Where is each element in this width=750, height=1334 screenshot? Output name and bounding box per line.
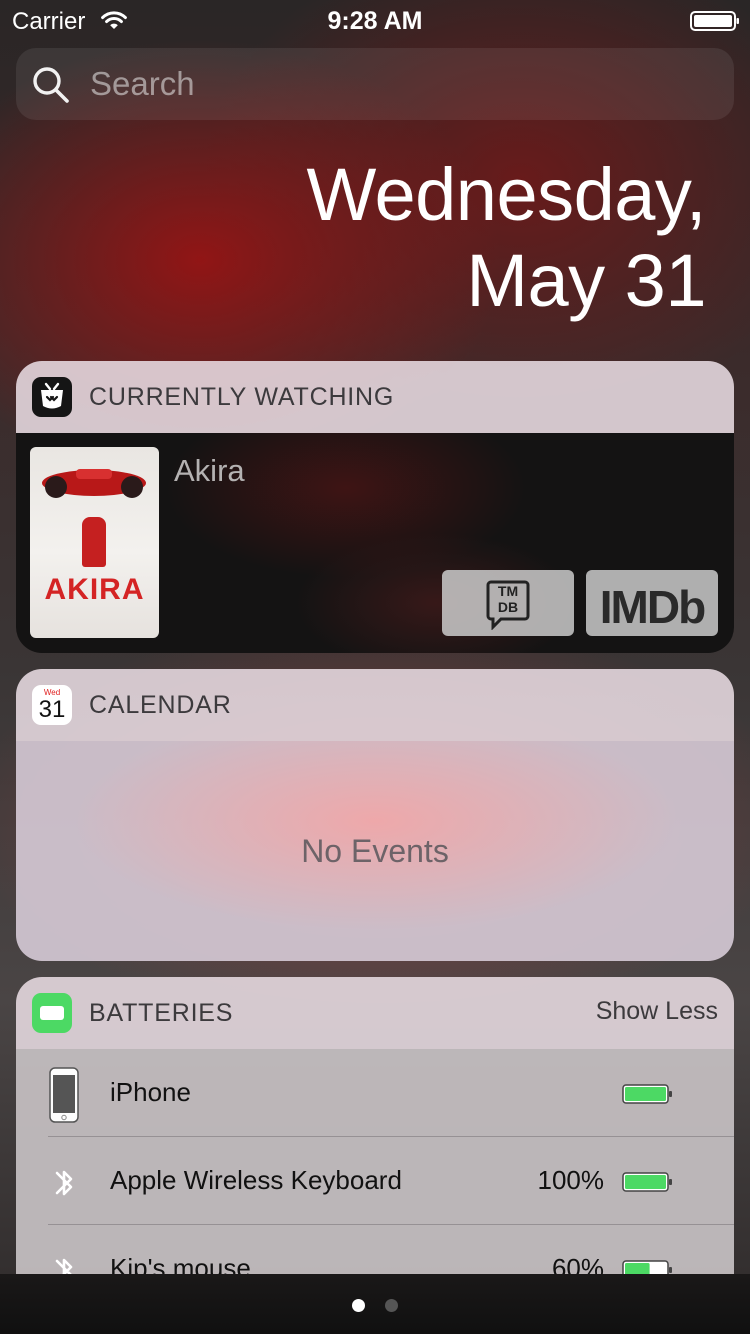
device-row: Kip's mouse 60%	[16, 1225, 734, 1274]
page-dot[interactable]	[385, 1299, 398, 1312]
poster-figure	[82, 517, 106, 567]
device-percent: 100%	[537, 1165, 605, 1195]
device-battery-icon	[622, 1260, 672, 1274]
search-input[interactable]	[90, 62, 690, 106]
date-weekday: Wednesday,	[306, 153, 706, 236]
calendar-widget: Wed 31 CALENDAR No Events	[16, 669, 734, 961]
widget-title: CALENDAR	[89, 691, 232, 719]
movie-title[interactable]: Akira	[174, 453, 245, 489]
poster-title: AKIRA	[44, 573, 145, 606]
date-day: May 31	[466, 239, 706, 322]
no-events-label: No Events	[301, 833, 449, 869]
iphone-icon	[49, 1067, 79, 1123]
widget-title: BATTERIES	[89, 999, 234, 1027]
device-name: Apple Wireless Keyboard	[110, 1165, 402, 1195]
widget-body: iPhone Apple Wireless Keyboard 100% Kip'…	[16, 1049, 734, 1274]
batteries-widget: BATTERIES Show Less iPhone Apple Wireles…	[16, 977, 734, 1274]
imdb-label: IMDb	[599, 581, 706, 633]
device-battery-icon	[622, 1172, 672, 1192]
search-icon	[33, 67, 69, 103]
page-indicator-bar	[0, 1274, 750, 1334]
calendar-icon: Wed 31	[32, 685, 72, 725]
status-time: 9:28 AM	[327, 7, 423, 35]
tmdb-label-bottom: DB	[497, 599, 519, 615]
widget-body: No Events	[16, 741, 734, 961]
currently-watching-widget: CURRENTLY WATCHING AKIRA Akira TM DB IMD…	[16, 361, 734, 653]
bluetooth-icon	[55, 1258, 73, 1274]
device-row: Apple Wireless Keyboard 100%	[16, 1137, 734, 1225]
device-name: Kip's mouse	[110, 1253, 251, 1274]
tmdb-label-top: TM	[497, 583, 519, 599]
calendar-icon-date: 31	[38, 696, 66, 723]
motorcycle-icon	[42, 469, 146, 498]
tmdb-button[interactable]: TM DB	[442, 570, 574, 636]
widget-header[interactable]: Wed 31 CALENDAR	[16, 669, 734, 741]
widget-header[interactable]: CURRENTLY WATCHING	[16, 361, 734, 433]
movie-poster[interactable]: AKIRA	[30, 447, 159, 638]
device-battery-icon	[622, 1084, 672, 1104]
device-name: iPhone	[110, 1077, 191, 1107]
page-dot-current[interactable]	[352, 1299, 365, 1312]
device-row: iPhone	[16, 1049, 734, 1137]
battery-icon	[690, 11, 739, 31]
imdb-button[interactable]: IMDb	[586, 570, 718, 636]
battery-glyph-icon	[40, 1006, 64, 1020]
batteries-app-icon	[32, 993, 72, 1033]
status-bar: Carrier 9:28 AM	[0, 0, 750, 40]
bluetooth-icon	[55, 1170, 73, 1196]
show-less-button[interactable]: Show Less	[596, 997, 718, 1026]
widget-header[interactable]: BATTERIES Show Less	[16, 977, 734, 1049]
device-percent: 60%	[551, 1253, 604, 1274]
widget-title: CURRENTLY WATCHING	[89, 383, 395, 411]
tv-app-icon	[32, 377, 72, 417]
